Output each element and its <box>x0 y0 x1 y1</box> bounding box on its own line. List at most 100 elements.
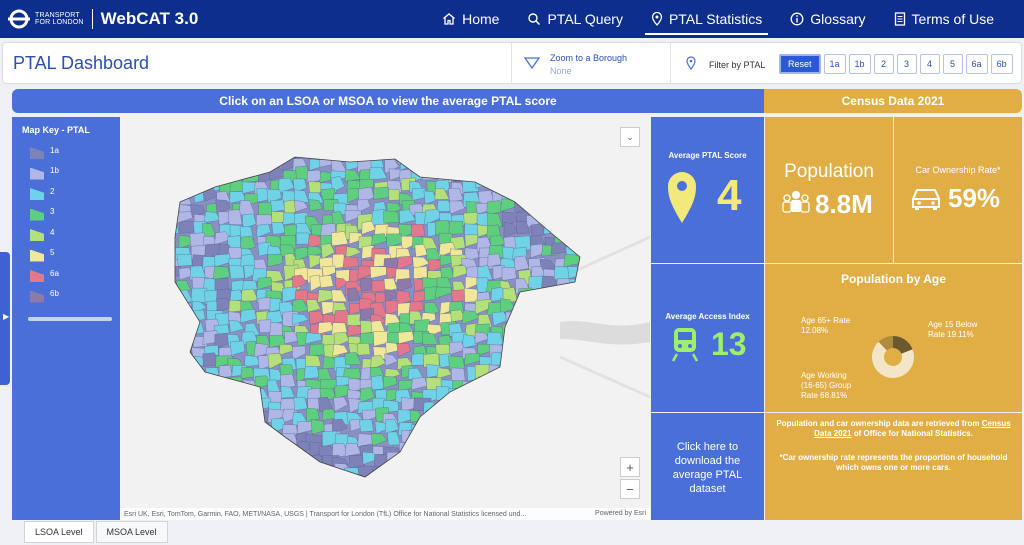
lsoa-cell[interactable] <box>216 423 232 437</box>
lsoa-cell[interactable] <box>413 266 428 280</box>
lsoa-cell[interactable] <box>411 423 429 437</box>
lsoa-cell[interactable] <box>474 170 489 183</box>
lsoa-cell[interactable] <box>538 287 554 302</box>
lsoa-cell[interactable] <box>177 354 192 367</box>
lsoa-cell[interactable] <box>488 467 504 480</box>
lsoa-cell[interactable] <box>448 355 466 370</box>
lsoa-cell[interactable] <box>200 157 215 172</box>
lsoa-cell[interactable] <box>180 180 196 194</box>
lsoa-cell[interactable] <box>540 192 557 204</box>
lsoa-cell[interactable] <box>307 144 325 158</box>
lsoa-cell[interactable] <box>204 397 222 412</box>
lsoa-cell[interactable] <box>422 421 438 437</box>
lsoa-cell[interactable] <box>176 313 195 327</box>
lsoa-cell[interactable] <box>551 407 567 420</box>
lsoa-cell[interactable] <box>530 431 548 446</box>
lsoa-cell[interactable] <box>335 149 352 161</box>
zoom-out-button[interactable]: − <box>620 479 640 499</box>
lsoa-cell[interactable] <box>527 397 543 412</box>
lsoa-cell[interactable] <box>461 408 477 421</box>
lsoa-cell[interactable] <box>584 171 600 186</box>
lsoa-cell[interactable] <box>190 387 205 401</box>
lsoa-cell[interactable] <box>478 144 494 160</box>
lsoa-cell[interactable] <box>383 210 400 224</box>
lsoa-cell[interactable] <box>489 433 505 447</box>
lsoa-cell[interactable] <box>552 379 572 396</box>
lsoa-cell[interactable] <box>570 387 584 403</box>
lsoa-cell[interactable] <box>167 374 185 392</box>
lsoa-cell[interactable] <box>426 476 442 491</box>
lsoa-cell[interactable] <box>528 176 547 190</box>
lsoa-cell[interactable] <box>552 385 568 398</box>
lsoa-cell[interactable] <box>577 431 594 446</box>
lsoa-cell[interactable] <box>165 412 184 427</box>
lsoa-cell[interactable] <box>552 431 569 445</box>
lsoa-cell[interactable] <box>505 311 522 325</box>
lsoa-cell[interactable] <box>202 474 221 488</box>
lsoa-cell[interactable] <box>244 157 262 173</box>
lsoa-cell[interactable] <box>452 474 467 488</box>
lsoa-cell[interactable] <box>490 170 510 186</box>
lsoa-cell[interactable] <box>565 452 580 464</box>
lsoa-cell[interactable] <box>449 454 464 469</box>
lsoa-cell[interactable] <box>582 181 596 192</box>
lsoa-cell[interactable] <box>581 193 596 205</box>
nav-item-ptal-query[interactable]: PTAL Query <box>513 0 636 38</box>
lsoa-cell[interactable] <box>526 475 544 487</box>
lsoa-cell[interactable] <box>557 445 575 460</box>
lsoa-cell[interactable] <box>499 400 519 417</box>
nav-item-terms-of-use[interactable]: Terms of Use <box>880 0 1008 38</box>
lsoa-cell[interactable] <box>176 253 193 267</box>
lsoa-cell[interactable] <box>201 463 216 477</box>
lsoa-cell[interactable] <box>306 454 324 471</box>
lsoa-cell[interactable] <box>541 410 557 425</box>
lsoa-cell[interactable] <box>409 440 428 457</box>
lsoa-cell[interactable] <box>175 188 192 205</box>
lsoa-cell[interactable] <box>514 346 533 359</box>
lsoa-cell[interactable] <box>344 146 360 158</box>
lsoa-cell[interactable] <box>566 479 582 494</box>
opacity-slider[interactable] <box>28 317 112 321</box>
lsoa-cell[interactable] <box>176 145 194 158</box>
lsoa-cell[interactable] <box>514 154 530 168</box>
lsoa-cell[interactable] <box>505 144 520 158</box>
lsoa-cell[interactable] <box>189 400 205 416</box>
lsoa-cell[interactable] <box>582 223 599 235</box>
lsoa-cell[interactable] <box>278 466 294 482</box>
lsoa-cell[interactable] <box>180 463 195 479</box>
lsoa-cell[interactable] <box>257 297 273 311</box>
lsoa-cell[interactable] <box>557 478 571 490</box>
lsoa-cell[interactable] <box>476 473 495 487</box>
lsoa-cell[interactable] <box>504 420 521 434</box>
lsoa-cell[interactable] <box>450 400 466 414</box>
lsoa-cell[interactable] <box>434 412 451 427</box>
lsoa-cell[interactable] <box>175 376 191 393</box>
lsoa-cell[interactable] <box>505 344 523 360</box>
lsoa-cell[interactable] <box>542 431 558 448</box>
nav-item-home[interactable]: Home <box>428 0 513 38</box>
lsoa-cell[interactable] <box>543 158 560 170</box>
lsoa-cell[interactable] <box>435 220 451 236</box>
lsoa-cell[interactable] <box>475 176 490 189</box>
lsoa-cell[interactable] <box>278 146 294 159</box>
lsoa-cell[interactable] <box>448 445 465 458</box>
nav-item-glossary[interactable]: Glossary <box>776 0 879 38</box>
lsoa-cell[interactable] <box>583 157 600 169</box>
lsoa-cell[interactable] <box>579 214 596 228</box>
lsoa-cell[interactable] <box>516 429 532 445</box>
lsoa-cell[interactable] <box>434 157 453 171</box>
lsoa-cell[interactable] <box>163 330 181 344</box>
lsoa-cell[interactable] <box>167 166 184 182</box>
lsoa-cell[interactable] <box>462 145 478 160</box>
filter-button-1b[interactable]: 1b <box>848 54 871 74</box>
lsoa-cell[interactable] <box>163 475 180 489</box>
lsoa-cell[interactable] <box>565 410 580 425</box>
lsoa-cell[interactable] <box>202 423 219 438</box>
lsoa-cell[interactable] <box>541 390 559 405</box>
lsoa-cell[interactable] <box>453 410 468 424</box>
lsoa-cell[interactable] <box>188 472 203 487</box>
lsoa-cell[interactable] <box>280 475 298 490</box>
lsoa-cell[interactable] <box>200 457 217 473</box>
lsoa-cell[interactable] <box>193 445 209 460</box>
lsoa-cell[interactable] <box>504 367 522 382</box>
